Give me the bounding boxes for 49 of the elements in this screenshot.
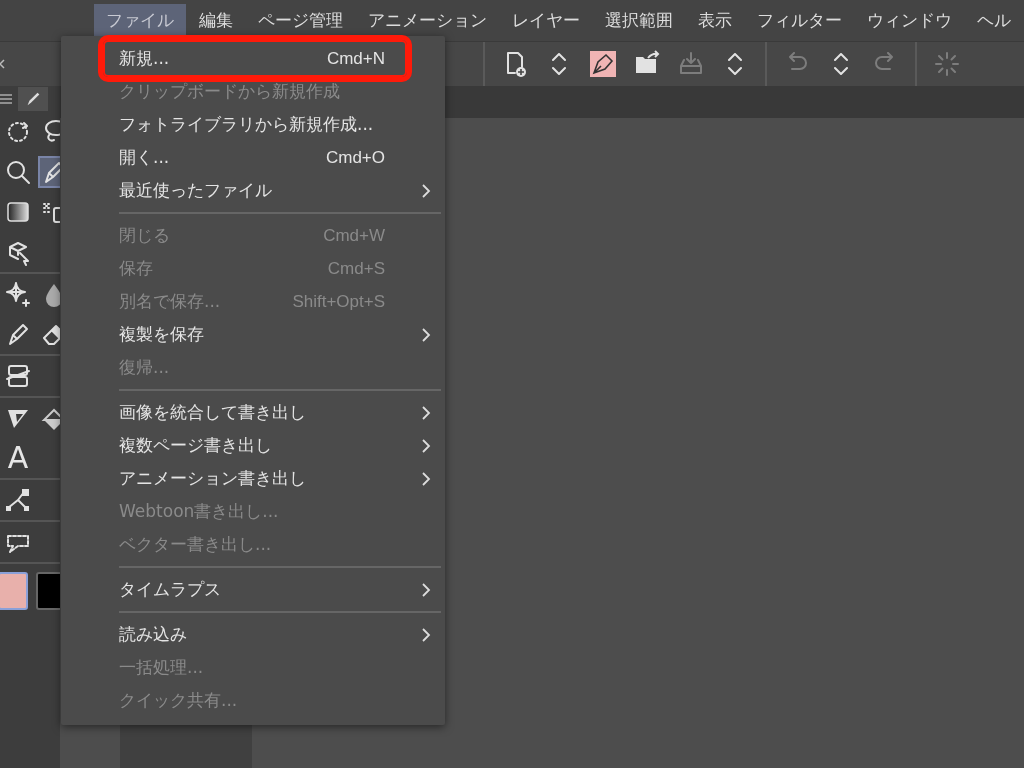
sparkle-icon (4, 280, 32, 308)
shortcut-label: Cmd+W (323, 225, 385, 246)
shortcut-label: Shift+Opt+S (292, 291, 385, 312)
menu-item[interactable]: アニメーション書き出し (119, 467, 421, 490)
menu-item[interactable]: 最近使ったファイル (119, 179, 421, 202)
menu-item: Webtoon書き出し... (119, 500, 280, 523)
color-swatch[interactable] (36, 572, 60, 610)
menu-item[interactable]: 表示 (686, 4, 744, 37)
menu-item[interactable]: タイムラプス (119, 578, 421, 601)
menu-item[interactable]: ファイル (94, 4, 186, 37)
menu-item[interactable]: 新規... (119, 47, 327, 70)
menu-item[interactable]: フィルター (745, 4, 854, 37)
menu-item[interactable]: 開く... (119, 146, 326, 169)
up-down-chevron-icon (728, 53, 742, 75)
menu-item[interactable]: アニメーション (356, 4, 499, 37)
shortcut-label: Cmd+N (326, 48, 385, 69)
close-icon[interactable] (0, 58, 8, 70)
color-swatch[interactable] (0, 572, 28, 610)
spinner-icon (932, 49, 962, 79)
vector-icon (4, 486, 32, 514)
menu-item[interactable]: ウィンドウ (855, 4, 964, 37)
menu-icon[interactable] (0, 93, 12, 105)
up-down-chevron-icon (552, 53, 566, 75)
menu-item[interactable]: ページ管理 (246, 4, 355, 37)
menu-item[interactable]: 選択範囲 (593, 4, 685, 37)
menu-item[interactable]: 画像を統合して書き出し (119, 401, 421, 424)
menu-item: クイック共有... (119, 689, 239, 712)
menu-item[interactable]: フォトライブラリから新規作成... (119, 113, 441, 136)
text-tool[interactable]: A (2, 442, 34, 474)
menu-item: 一括処理... (119, 656, 205, 679)
menu-item[interactable]: ヘル (965, 4, 1023, 37)
layers-icon (4, 362, 32, 390)
menu-item: 復帰... (119, 356, 171, 379)
palette-tab[interactable] (18, 87, 48, 111)
menu-item: 保存 (119, 257, 154, 280)
magnifier-icon (4, 158, 32, 186)
pen-nib-icon (588, 49, 618, 79)
shortcut-label: Cmd+S (327, 258, 385, 279)
menu-item: 別名で保存... (119, 290, 222, 313)
menu-item[interactable]: 複数ページ書き出し (119, 434, 421, 457)
menu-item: 閉じる (119, 224, 171, 247)
menu-item[interactable]: 読み込み (119, 623, 421, 646)
menu-item[interactable]: 編集 (187, 4, 245, 37)
menu-item: ベクター書き出し... (119, 533, 273, 556)
up-down-chevron-icon (834, 53, 848, 75)
shortcut-label: Cmd+O (325, 147, 385, 168)
menu-item: クリップボードから新規作成 (119, 80, 341, 103)
menu-item[interactable]: 複製を保存 (119, 323, 421, 346)
menu-item[interactable]: レイヤー (500, 4, 592, 37)
